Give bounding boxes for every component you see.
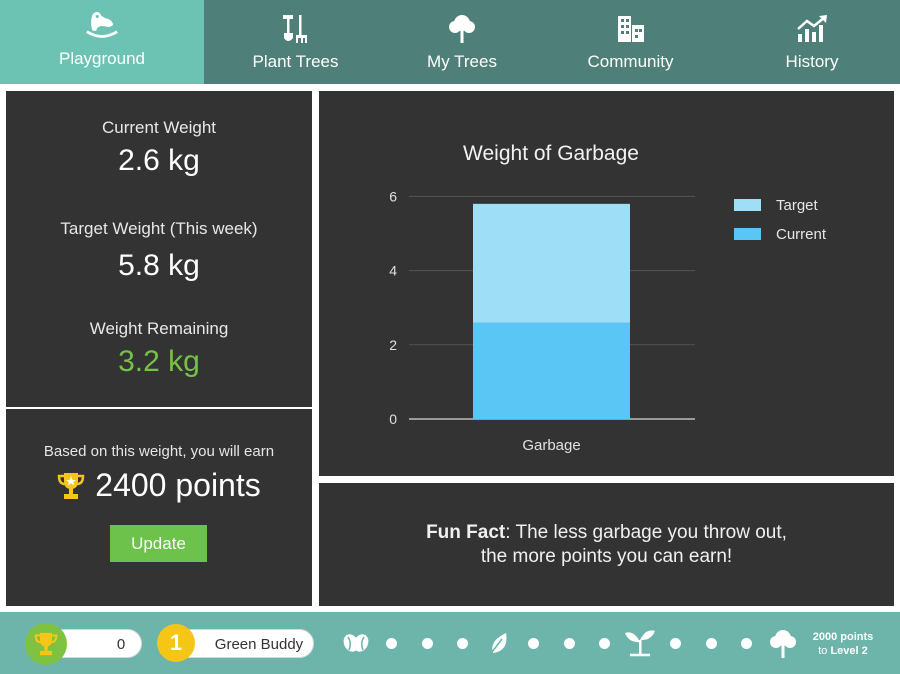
tab-label: Playground <box>58 49 145 68</box>
fun-fact-heading: Fun Fact <box>426 522 506 543</box>
legend-swatch <box>734 199 761 211</box>
tab-plant-trees[interactable]: Plant Trees <box>204 0 387 84</box>
next-level-points: 2000 points <box>812 631 874 643</box>
progress-dot <box>670 638 681 649</box>
score-value: 0 <box>116 636 126 653</box>
progress-dot <box>564 638 575 649</box>
y-tick-label: 4 <box>389 263 397 279</box>
progress-bar: 0 Green Buddy 1 <box>0 612 900 674</box>
tab-community[interactable]: Community <box>537 0 724 84</box>
tab-my-trees[interactable]: My Trees <box>387 0 537 84</box>
legend-swatch <box>734 228 761 240</box>
tab-label: Plant Trees <box>252 52 339 71</box>
y-tick-label: 6 <box>389 188 397 204</box>
level-name: Green Buddy <box>214 636 304 653</box>
legend-label: Current <box>776 226 827 243</box>
earn-points: 2400 points <box>6 467 312 504</box>
seeds-icon <box>343 632 369 659</box>
trophy-badge-icon <box>25 623 67 665</box>
fun-fact-line1: : The less garbage you throw out, <box>505 522 787 543</box>
tab-history[interactable]: History <box>724 0 900 84</box>
top-nav: Playground Plant Trees My Trees Communit… <box>0 0 900 84</box>
x-category-label: Garbage <box>522 437 580 454</box>
sprout-icon <box>624 628 656 663</box>
legend-label: Target <box>776 197 819 214</box>
tab-playground[interactable]: Playground <box>0 0 204 84</box>
fun-fact-text: Fun Fact: The less garbage you throw out… <box>319 521 894 569</box>
earn-label: Based on this weight, you will earn <box>43 443 275 460</box>
leaf-icon <box>487 631 509 662</box>
progress-dot <box>528 638 539 649</box>
garden-tools-icon <box>279 12 313 46</box>
remaining-weight: Weight Remaining 3.2 kg <box>6 319 312 379</box>
level-number-badge: 1 <box>157 624 195 662</box>
target-weight-value: 5.8 kg <box>118 249 200 282</box>
chart-title: Weight of Garbage <box>463 142 639 165</box>
points-value: 2400 points <box>95 467 261 503</box>
progress-dot <box>706 638 717 649</box>
progress-dot <box>457 638 468 649</box>
tree-stage-icon <box>769 628 797 665</box>
garbage-chart: Weight of Garbage 0 2 4 6 Garbage Target Cur… <box>389 142 827 454</box>
progress-dot <box>386 638 397 649</box>
current-weight-label: Current Weight <box>101 118 216 137</box>
bar-current <box>473 322 630 419</box>
progress-dot <box>741 638 752 649</box>
progress-dot <box>599 638 610 649</box>
progress-dot <box>422 638 433 649</box>
weight-summary-panel: Current Weight 2.6 kg Target Weight (Thi… <box>6 91 312 407</box>
remaining-weight-label: Weight Remaining <box>89 319 229 338</box>
tab-label: Community <box>587 52 674 71</box>
next-level-name: Level 2 <box>830 645 868 657</box>
remaining-weight-value: 3.2 kg <box>118 345 200 378</box>
tab-label: My Trees <box>427 52 497 71</box>
current-weight: Current Weight 2.6 kg <box>6 118 312 178</box>
garbage-chart-panel: Weight of Garbage 0 2 4 6 Garbage Target Cur… <box>319 91 894 476</box>
fun-fact-panel: Fun Fact: The less garbage you throw out… <box>319 483 894 606</box>
current-weight-value: 2.6 kg <box>118 144 200 177</box>
tab-label: History <box>785 52 839 71</box>
update-button[interactable]: Update <box>110 525 207 562</box>
target-weight: Target Weight (This week) 5.8 kg <box>6 219 312 283</box>
trophy-icon <box>57 471 85 501</box>
y-tick-label: 0 <box>389 411 397 427</box>
buildings-icon <box>614 12 648 46</box>
next-level-prefix: to <box>818 645 831 657</box>
earn-panel: Based on this weight, you will earn 2400… <box>6 409 312 606</box>
next-level-info: 2000 points to Level 2 <box>800 630 886 658</box>
fun-fact-line2: the more points you can earn! <box>480 546 733 567</box>
rocking-horse-icon <box>85 9 119 43</box>
tree-icon <box>445 12 479 46</box>
chart-up-icon <box>795 12 829 46</box>
y-tick-label: 2 <box>389 337 397 353</box>
target-weight-label: Target Weight (This week) <box>60 219 258 238</box>
